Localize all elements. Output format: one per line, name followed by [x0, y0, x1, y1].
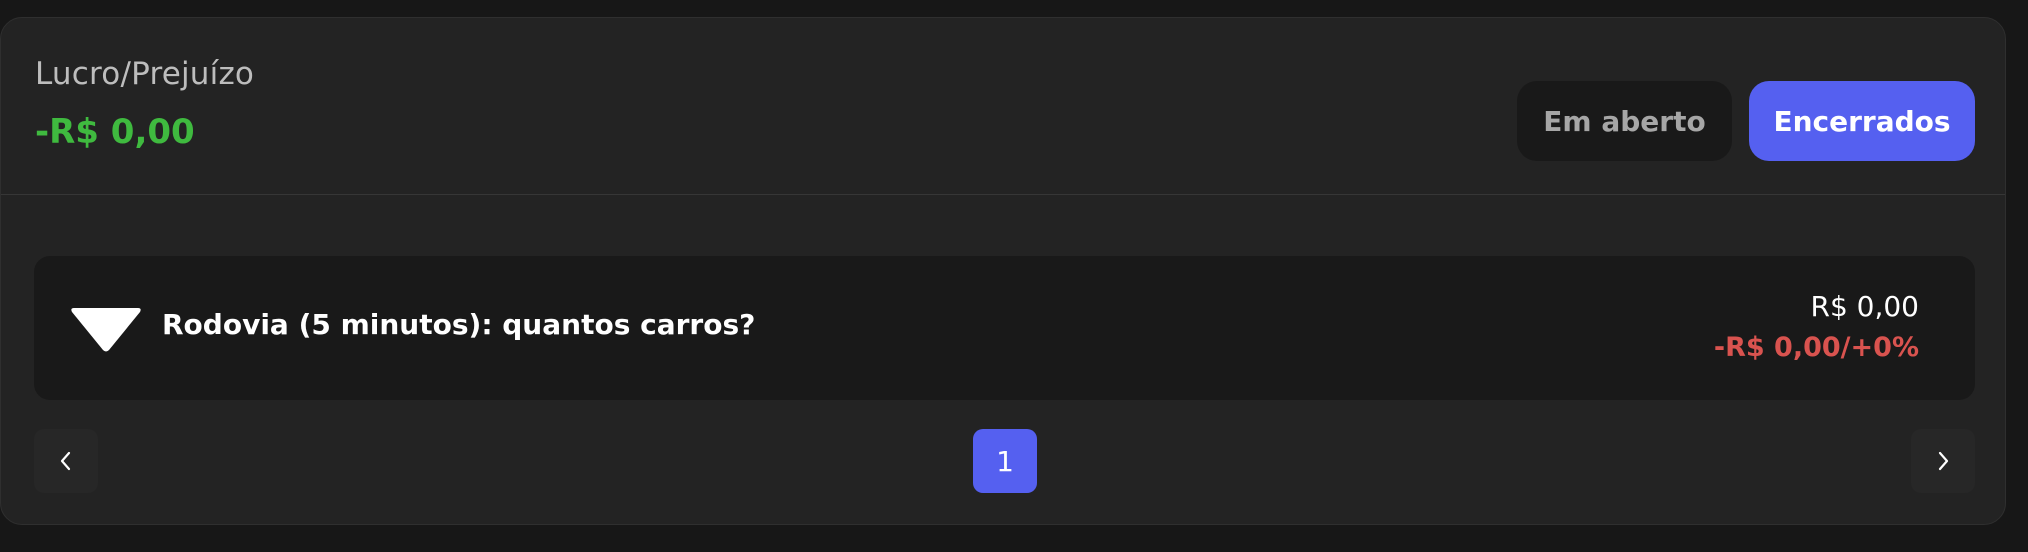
chevron-left-icon [60, 451, 71, 471]
position-pnl: -R$ 0,00/+0% [1713, 332, 1919, 363]
card-header: Lucro/Prejuízo -R$ 0,00 Em aberto Encerr… [1, 18, 2005, 195]
previous-page-button[interactable] [34, 429, 98, 493]
closed-positions-button[interactable]: Encerrados [1749, 81, 1975, 161]
market-title: Rodovia (5 minutos): quantos carros? [162, 308, 756, 341]
profit-loss-label: Lucro/Prejuízo [35, 56, 255, 92]
next-page-button[interactable] [1911, 429, 1975, 493]
page-number-button[interactable]: 1 [973, 429, 1037, 493]
position-amount: R$ 0,00 [1810, 290, 1919, 323]
profit-loss-value: -R$ 0,00 [35, 112, 195, 152]
chevron-right-icon [1938, 451, 1949, 471]
open-positions-button[interactable]: Em aberto [1517, 81, 1732, 161]
list-item[interactable]: Rodovia (5 minutos): quantos carros? R$ … [34, 256, 1975, 400]
positions-card: Lucro/Prejuízo -R$ 0,00 Em aberto Encerr… [0, 17, 2006, 525]
down-triangle-icon [71, 308, 141, 352]
